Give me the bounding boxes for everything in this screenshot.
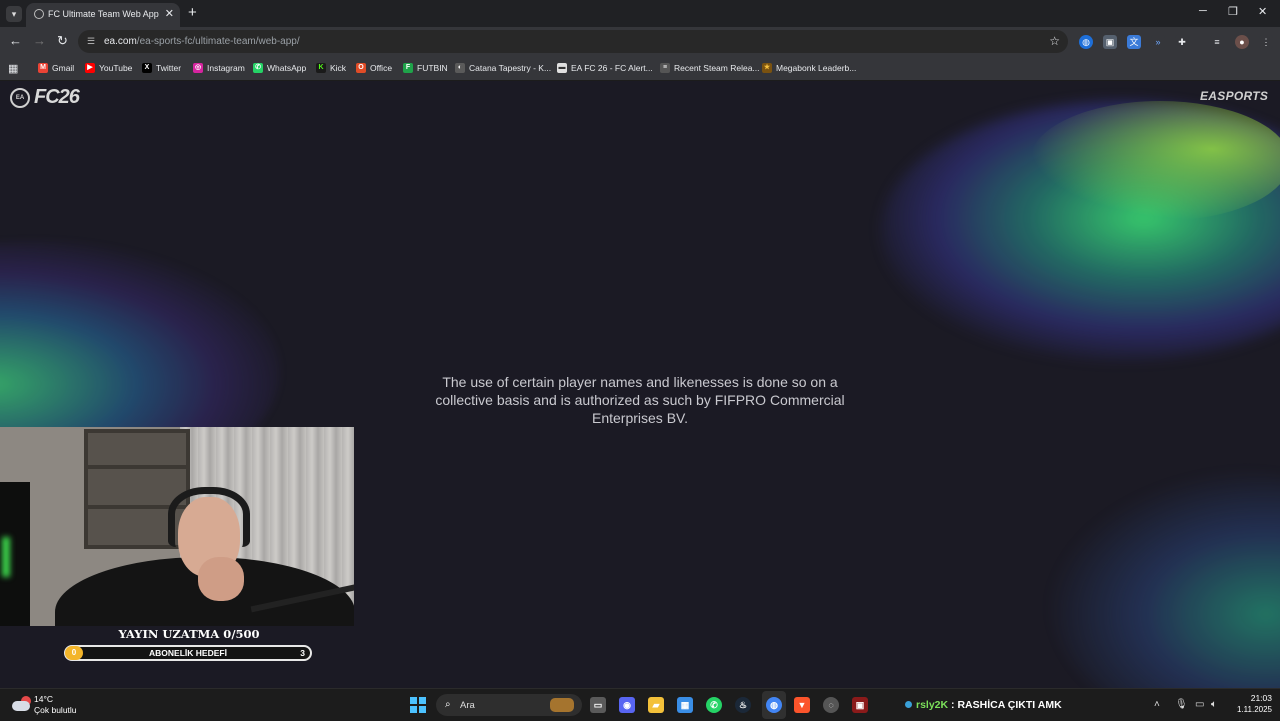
translate-icon[interactable]: 文 [1127, 35, 1141, 49]
back-arrow-icon[interactable]: ← [9, 34, 22, 48]
url-text[interactable]: ea.com/ea-sports-fc/ultimate-team/web-ap… [104, 36, 300, 47]
clock-date[interactable]: 1.11.2025 [1226, 705, 1272, 714]
read-aloud-icon[interactable]: » [1151, 35, 1165, 49]
bookmark-megabonk[interactable]: ★ Megabonk Leaderb... [762, 61, 856, 75]
futbin-icon: F [403, 63, 413, 73]
task-view-icon[interactable]: ▭ [590, 697, 606, 713]
whatsapp-icon[interactable]: ✆ [706, 697, 722, 713]
tab-strip: ▾ FC Ultimate Team Web App - EA ✕ + ─ ❐ … [0, 0, 1280, 27]
webcam-person [198, 557, 244, 601]
background-glow [1050, 471, 1280, 688]
close-window-button[interactable]: ✕ [1258, 5, 1267, 18]
bookmark-ea-fc-alert[interactable]: ▬ EA FC 26 - FC Alert... [557, 61, 653, 75]
office-icon: O [356, 63, 366, 73]
goal-target: 3 [300, 648, 305, 658]
bookmark-twitter[interactable]: X Twitter [142, 61, 181, 75]
forward-arrow-icon[interactable]: → [33, 34, 46, 48]
ea-sports-logo: EASPORTS [1200, 89, 1269, 103]
store-icon[interactable]: ▦ [677, 697, 693, 713]
bookmark-office[interactable]: O Office [356, 61, 392, 75]
youtube-icon: ▶ [85, 63, 95, 73]
address-bar[interactable]: ☰ ea.com/ea-sports-fc/ultimate-team/web-… [78, 30, 1068, 53]
chat-username: rsly2K [916, 699, 949, 711]
brave-icon[interactable]: ▼ [794, 697, 810, 713]
ea-fc-alert-icon: ▬ [557, 63, 567, 73]
file-explorer-icon[interactable]: ▰ [648, 697, 664, 713]
bookmark-gmail[interactable]: M Gmail [38, 61, 74, 75]
tab-search-menu-icon[interactable]: ▾ [6, 6, 22, 22]
kick-icon: K [316, 63, 326, 73]
globe-icon [34, 9, 44, 19]
bookmark-instagram[interactable]: ◎ Instagram [193, 61, 245, 75]
game-app-icon[interactable]: ▣ [852, 697, 868, 713]
whatsapp-icon: ✆ [253, 63, 263, 73]
steam-icon[interactable]: ♨ [735, 697, 751, 713]
search-icon: ⌕ [445, 699, 451, 710]
minimize-button[interactable]: ─ [1199, 5, 1207, 17]
reload-icon[interactable]: ↻ [57, 34, 68, 48]
twitter-x-icon: X [142, 63, 152, 73]
chat-ticker: rsly2K : RASHİCA ÇIKTI AMK [905, 699, 1062, 711]
discord-icon[interactable]: ◉ [619, 697, 635, 713]
goal-current: 0 [65, 646, 83, 660]
chevron-up-icon[interactable]: ˄ [1154, 699, 1160, 710]
bookmark-youtube[interactable]: ▶ YouTube [85, 61, 132, 75]
subscriber-goal-bar: ABONELİK HEDEFİ 0 3 [64, 645, 312, 661]
instagram-icon: ◎ [193, 63, 203, 73]
chat-badge-icon [905, 701, 912, 708]
tab-close-icon[interactable]: ✕ [165, 7, 174, 20]
chrome-alt-icon[interactable]: ◌ [823, 697, 839, 713]
microphone-icon[interactable]: 🎙︎ [1175, 699, 1188, 710]
megabonk-icon: ★ [762, 63, 772, 73]
bookmark-futbin[interactable]: F FUTBIN [403, 61, 448, 75]
stream-goal-title: YAYIN UZATMA 0/500 [118, 627, 260, 641]
goal-label: ABONELİK HEDEFİ [149, 648, 227, 658]
taskbar-search[interactable]: ⌕ Ara [436, 694, 582, 716]
clock-time[interactable]: 21:03 [1240, 693, 1272, 703]
webcam-overlay [0, 427, 354, 626]
weather-cloud-icon[interactable] [12, 694, 32, 712]
windows-taskbar: 14°C Çok bulutlu ⌕ Ara ▭ ◉ ▰ ▦ ✆ ♨ ◍ ▼ ◌… [0, 688, 1280, 721]
chat-message: : RASHİCA ÇIKTI AMK [948, 699, 1062, 711]
apps-grid-icon[interactable]: ▦ [8, 61, 18, 75]
search-placeholder: Ara [460, 700, 475, 711]
bookmark-kick[interactable]: K Kick [316, 61, 346, 75]
profile-avatar[interactable]: ● [1235, 35, 1249, 49]
fc26-wordmark: FC26 [34, 86, 80, 108]
windows-start-icon[interactable] [410, 697, 426, 713]
reading-list-icon[interactable]: ≡ [1210, 35, 1224, 49]
ea-badge-icon: EA [10, 87, 30, 108]
bookmarks-bar: ▦ M Gmail ▶ YouTube X Twitter ◎ Instagram ✆ W… [0, 56, 1280, 81]
browser-menu-icon[interactable]: ⋮ [1259, 35, 1273, 49]
bookmark-catana-tapestry[interactable]: ◐ Catana Tapestry - K... [455, 61, 551, 75]
webcam-pc-light [2, 537, 10, 577]
new-tab-button[interactable]: + [188, 4, 197, 21]
search-highlight-image [550, 698, 574, 712]
volume-icon[interactable]: 🔈︎ [1211, 699, 1217, 710]
background-glow [1030, 101, 1280, 221]
restore-button[interactable]: ❐ [1228, 5, 1238, 18]
headphones [168, 487, 250, 547]
weather-condition[interactable]: Çok bulutlu [34, 705, 77, 715]
display-icon[interactable]: ▭ [1195, 699, 1204, 710]
extension-icon[interactable]: ◍ [1079, 35, 1093, 49]
site-info-icon[interactable]: ☰ [87, 36, 97, 46]
tab-title: FC Ultimate Team Web App - EA [48, 9, 160, 19]
star-icon[interactable]: ☆ [1049, 34, 1060, 48]
extensions-puzzle-icon[interactable]: ✚ [1175, 35, 1189, 49]
gmail-icon: M [38, 63, 48, 73]
bookmark-whatsapp[interactable]: ✆ WhatsApp [253, 61, 306, 75]
tab-active[interactable]: FC Ultimate Team Web App - EA ✕ [26, 3, 180, 27]
extension-icon[interactable]: ▣ [1103, 35, 1117, 49]
fc26-logo: EA FC26 [10, 86, 80, 109]
steam-list-icon: ≡ [660, 63, 670, 73]
chrome-icon[interactable]: ◍ [766, 697, 782, 713]
bookmark-steam-releases[interactable]: ≡ Recent Steam Relea... [660, 61, 760, 75]
legal-disclaimer: The use of certain player names and like… [435, 374, 845, 426]
catana-icon: ◐ [455, 63, 465, 73]
webcam-shelf [84, 465, 190, 469]
weather-temperature[interactable]: 14°C [34, 694, 53, 704]
